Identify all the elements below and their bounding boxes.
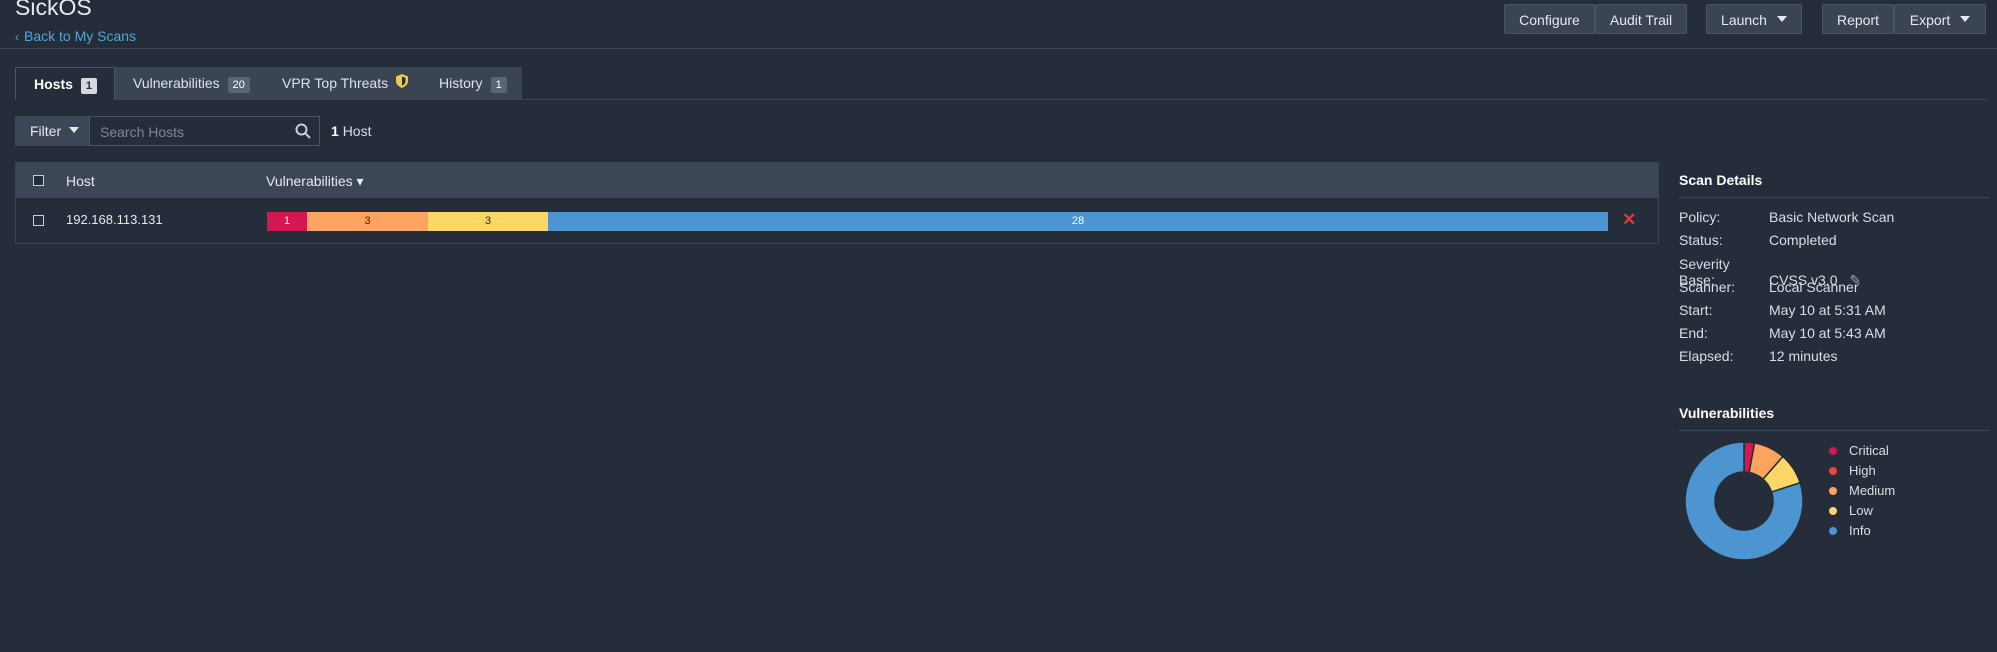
- launch-label: Launch: [1721, 12, 1767, 28]
- end-row: End: May 10 at 5:43 AM: [1679, 325, 1886, 341]
- legend-low: Low: [1829, 503, 1873, 518]
- select-all-checkbox[interactable]: [33, 175, 44, 186]
- legend-info: Info: [1829, 523, 1871, 538]
- scanner-label: Scanner:: [1679, 279, 1736, 295]
- legend-label: Info: [1849, 523, 1871, 538]
- caret-down-icon: [1960, 16, 1971, 23]
- status-row: Status: Completed: [1679, 232, 1837, 248]
- row-checkbox[interactable]: [33, 215, 44, 226]
- high-dot-icon: [1829, 467, 1837, 475]
- vulnerabilities-donut-chart: [1684, 441, 1804, 561]
- search-input[interactable]: [90, 117, 292, 147]
- legend-medium: Medium: [1829, 483, 1895, 498]
- table-row[interactable]: 192.168.113.131 1 3 3 28 ✕: [16, 199, 1658, 243]
- count-badge: 1: [490, 77, 507, 93]
- export-button[interactable]: Export: [1894, 4, 1986, 34]
- host-count-label: Host: [342, 123, 372, 139]
- tab-history[interactable]: History 1: [421, 67, 522, 100]
- elapsed-value: 12 minutes: [1769, 348, 1838, 364]
- status-value: Completed: [1769, 232, 1837, 248]
- medium-dot-icon: [1829, 487, 1837, 495]
- header-divider: [0, 48, 1997, 49]
- back-to-scans-link[interactable]: ‹ Back to My Scans: [15, 28, 136, 44]
- host-ip[interactable]: 192.168.113.131: [66, 212, 163, 227]
- tab-label: VPR Top Threats: [282, 75, 389, 91]
- export-label: Export: [1909, 12, 1951, 28]
- page-title: SickOS: [15, 0, 92, 20]
- audit-trail-button[interactable]: Audit Trail: [1595, 4, 1687, 34]
- scanner-value: Local Scanner: [1769, 279, 1859, 295]
- info-bar-segment[interactable]: 28: [548, 212, 1608, 231]
- vulnerabilities-divider: [1679, 430, 1989, 431]
- scanner-row: Scanner: Local Scanner: [1679, 279, 1859, 295]
- column-header-vulnerabilities[interactable]: Vulnerabilities ▾: [266, 173, 364, 190]
- filter-dropdown[interactable]: Filter: [15, 116, 89, 146]
- back-link-label: Back to My Scans: [24, 28, 137, 44]
- caret-down-icon: [69, 127, 80, 134]
- legend-label: High: [1849, 463, 1876, 478]
- start-label: Start:: [1679, 302, 1713, 318]
- filter-label: Filter: [30, 123, 62, 139]
- legend-label: Low: [1849, 503, 1873, 518]
- low-bar-segment[interactable]: 3: [428, 212, 548, 231]
- policy-value: Basic Network Scan: [1769, 209, 1895, 225]
- critical-bar-segment[interactable]: 1: [267, 212, 307, 231]
- remove-host-icon[interactable]: ✕: [1622, 210, 1636, 230]
- elapsed-row: Elapsed: 12 minutes: [1679, 348, 1837, 364]
- launch-button[interactable]: Launch: [1706, 4, 1802, 34]
- scan-details-divider: [1679, 197, 1989, 198]
- configure-button[interactable]: Configure: [1504, 4, 1595, 34]
- column-header-host[interactable]: Host: [66, 173, 95, 189]
- report-button[interactable]: Report: [1822, 4, 1894, 34]
- policy-row: Policy: Basic Network Scan: [1679, 209, 1894, 225]
- critical-dot-icon: [1829, 447, 1837, 455]
- end-label: End:: [1679, 325, 1708, 341]
- count-badge: 1: [80, 78, 98, 94]
- tab-vulnerabilities[interactable]: Vulnerabilities 20: [115, 67, 264, 100]
- table-header: Host Vulnerabilities ▾: [16, 163, 1658, 198]
- chevron-left-icon: ‹: [15, 30, 19, 44]
- legend-high: High: [1829, 463, 1876, 478]
- search-icon[interactable]: [295, 123, 311, 139]
- tab-label: Vulnerabilities: [133, 75, 220, 91]
- tab-label: History: [439, 75, 483, 91]
- host-count-number: 1: [331, 123, 339, 139]
- elapsed-label: Elapsed:: [1679, 348, 1734, 364]
- info-dot-icon: [1829, 527, 1837, 535]
- tab-label: Hosts: [34, 76, 73, 92]
- low-dot-icon: [1829, 507, 1837, 515]
- legend-critical: Critical: [1829, 443, 1889, 458]
- tab-hosts[interactable]: Hosts 1: [15, 67, 115, 100]
- scan-details-title: Scan Details: [1679, 172, 1763, 188]
- host-count: 1 Host: [331, 123, 371, 139]
- hosts-table: Host Vulnerabilities ▾ 192.168.113.131 1…: [15, 162, 1659, 244]
- legend-label: Critical: [1849, 443, 1889, 458]
- policy-label: Policy:: [1679, 209, 1721, 225]
- count-badge: 20: [227, 77, 250, 93]
- medium-bar-segment[interactable]: 3: [307, 212, 428, 231]
- shield-icon: [396, 67, 409, 100]
- start-row: Start: May 10 at 5:31 AM: [1679, 302, 1886, 318]
- status-label: Status:: [1679, 232, 1723, 248]
- end-value: May 10 at 5:43 AM: [1769, 325, 1886, 341]
- start-value: May 10 at 5:31 AM: [1769, 302, 1886, 318]
- tab-vpr-top-threats[interactable]: VPR Top Threats: [264, 67, 421, 100]
- vulnerabilities-summary-title: Vulnerabilities: [1679, 405, 1775, 421]
- search-box: [89, 116, 320, 147]
- legend-label: Medium: [1849, 483, 1896, 498]
- caret-down-icon: [1776, 16, 1787, 23]
